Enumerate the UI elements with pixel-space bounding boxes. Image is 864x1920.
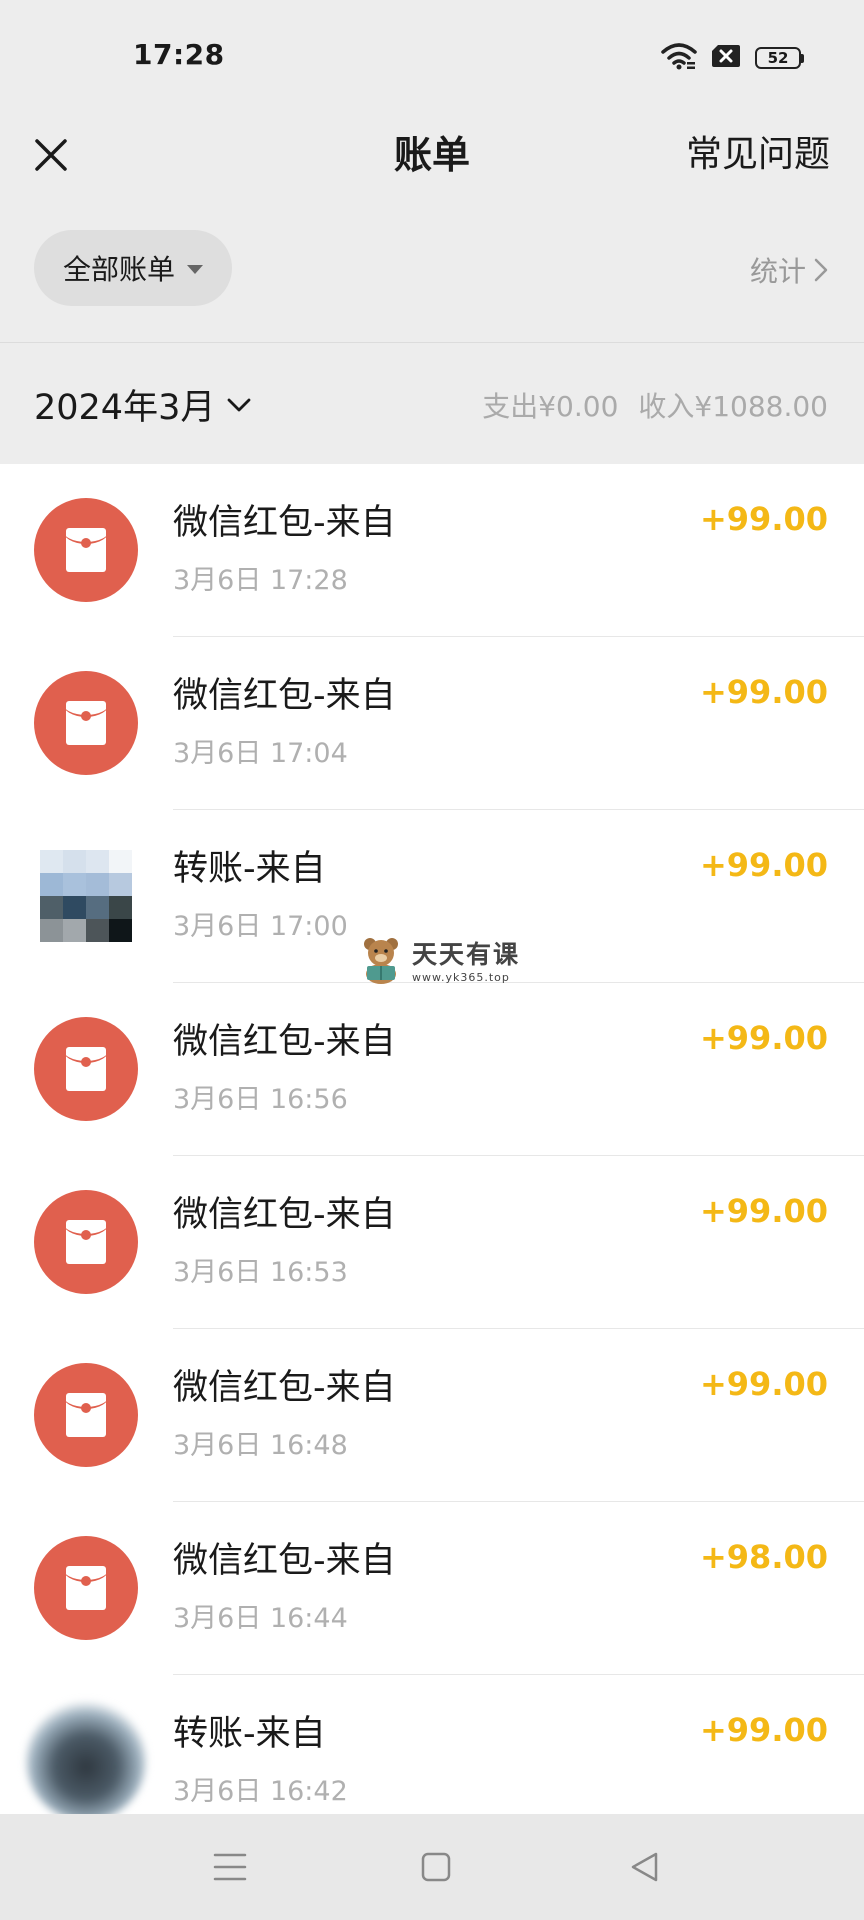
transaction-title: 微信红包-来自 xyxy=(173,1195,396,1235)
blurred-avatar xyxy=(26,1701,146,1814)
back-triangle-icon xyxy=(631,1852,658,1882)
menu-icon xyxy=(213,1853,247,1881)
transaction-time: 3月6日 16:48 xyxy=(173,1430,348,1461)
transaction-amount: +98.00 xyxy=(699,1538,828,1576)
transaction-amount: +99.00 xyxy=(699,1365,828,1403)
wifi-icon xyxy=(661,42,697,74)
transaction-row[interactable]: 转账-来自 3月6日 17:00 +99.00 xyxy=(0,810,864,983)
red-packet-icon xyxy=(34,1017,138,1121)
back-button[interactable] xyxy=(617,1840,671,1894)
stats-link[interactable]: 统计 xyxy=(750,250,828,290)
battery-icon: 52 xyxy=(755,47,804,69)
chevron-down-icon xyxy=(227,398,251,411)
transaction-amount: +99.00 xyxy=(699,1192,828,1230)
status-bar: 17:28 52 xyxy=(0,0,864,110)
no-sim-icon xyxy=(711,44,741,72)
nav-bar: 账单 常见问题 xyxy=(0,110,864,200)
transaction-time: 3月6日 16:56 xyxy=(173,1084,348,1115)
transaction-amount: +99.00 xyxy=(699,673,828,711)
transaction-time: 3月6日 16:42 xyxy=(173,1776,348,1807)
close-icon xyxy=(35,139,67,171)
transaction-time: 3月6日 17:04 xyxy=(173,738,348,769)
transaction-row[interactable]: 转账-来自 3月6日 16:42 +99.00 xyxy=(0,1675,864,1814)
transaction-row[interactable]: 微信红包-来自 3月6日 16:48 +99.00 xyxy=(0,1329,864,1502)
transaction-title: 微信红包-来自 xyxy=(173,676,396,716)
transaction-time: 3月6日 17:00 xyxy=(173,911,348,942)
transaction-amount: +99.00 xyxy=(699,846,828,884)
bill-filter-dropdown[interactable]: 全部账单 xyxy=(34,230,232,306)
transaction-title: 转账-来自 xyxy=(173,1714,326,1754)
month-label: 2024年3月 xyxy=(34,388,216,428)
red-packet-icon xyxy=(34,1536,138,1640)
system-nav-bar xyxy=(0,1814,864,1920)
red-packet-icon xyxy=(34,1363,138,1467)
status-time: 17:28 xyxy=(133,38,225,71)
transaction-time: 3月6日 16:44 xyxy=(173,1603,348,1634)
transaction-amount: +99.00 xyxy=(699,1711,828,1749)
transaction-list: 微信红包-来自 3月6日 17:28 +99.00 微信红包-来自 3月6日 1… xyxy=(0,464,864,1814)
transaction-amount: +99.00 xyxy=(699,1019,828,1057)
bill-filter-label: 全部账单 xyxy=(62,253,175,286)
month-summary: 支出¥0.00 收入¥1088.00 xyxy=(482,385,828,425)
home-square-icon xyxy=(421,1852,451,1882)
transaction-title: 微信红包-来自 xyxy=(173,1541,396,1581)
transaction-row[interactable]: 微信红包-来自 3月6日 16:44 +98.00 xyxy=(0,1502,864,1675)
pixelated-avatar xyxy=(40,850,132,942)
faq-link[interactable]: 常见问题 xyxy=(686,126,830,184)
caret-down-icon xyxy=(187,264,203,274)
transaction-title: 微信红包-来自 xyxy=(173,1022,396,1062)
transaction-time: 3月6日 16:53 xyxy=(173,1257,348,1288)
transaction-title: 转账-来自 xyxy=(173,849,326,889)
red-packet-icon xyxy=(34,498,138,602)
transaction-row[interactable]: 微信红包-来自 3月6日 17:28 +99.00 xyxy=(0,464,864,637)
red-packet-icon xyxy=(34,1190,138,1294)
month-picker[interactable]: 2024年3月 xyxy=(34,379,251,430)
transaction-row[interactable]: 微信红包-来自 3月6日 16:56 +99.00 xyxy=(0,983,864,1156)
home-button[interactable] xyxy=(409,1840,463,1894)
expense-total: 支出¥0.00 xyxy=(482,390,619,423)
stats-label: 统计 xyxy=(749,255,806,288)
transaction-title: 微信红包-来自 xyxy=(173,503,396,543)
status-icons: 52 xyxy=(661,42,804,74)
transaction-amount: +99.00 xyxy=(699,500,828,538)
transaction-time: 3月6日 17:28 xyxy=(173,565,348,596)
battery-level: 52 xyxy=(755,47,801,69)
transaction-title: 微信红包-来自 xyxy=(173,1368,396,1408)
income-total: 收入¥1088.00 xyxy=(638,390,828,423)
close-button[interactable] xyxy=(22,126,80,184)
chevron-right-icon xyxy=(814,258,828,282)
month-row: 2024年3月 支出¥0.00 收入¥1088.00 xyxy=(0,343,864,463)
filter-row: 全部账单 统计 xyxy=(0,200,864,343)
red-packet-icon xyxy=(34,671,138,775)
transaction-row[interactable]: 微信红包-来自 3月6日 16:53 +99.00 xyxy=(0,1156,864,1329)
menu-button[interactable] xyxy=(203,1840,257,1894)
transaction-row[interactable]: 微信红包-来自 3月6日 17:04 +99.00 xyxy=(0,637,864,810)
